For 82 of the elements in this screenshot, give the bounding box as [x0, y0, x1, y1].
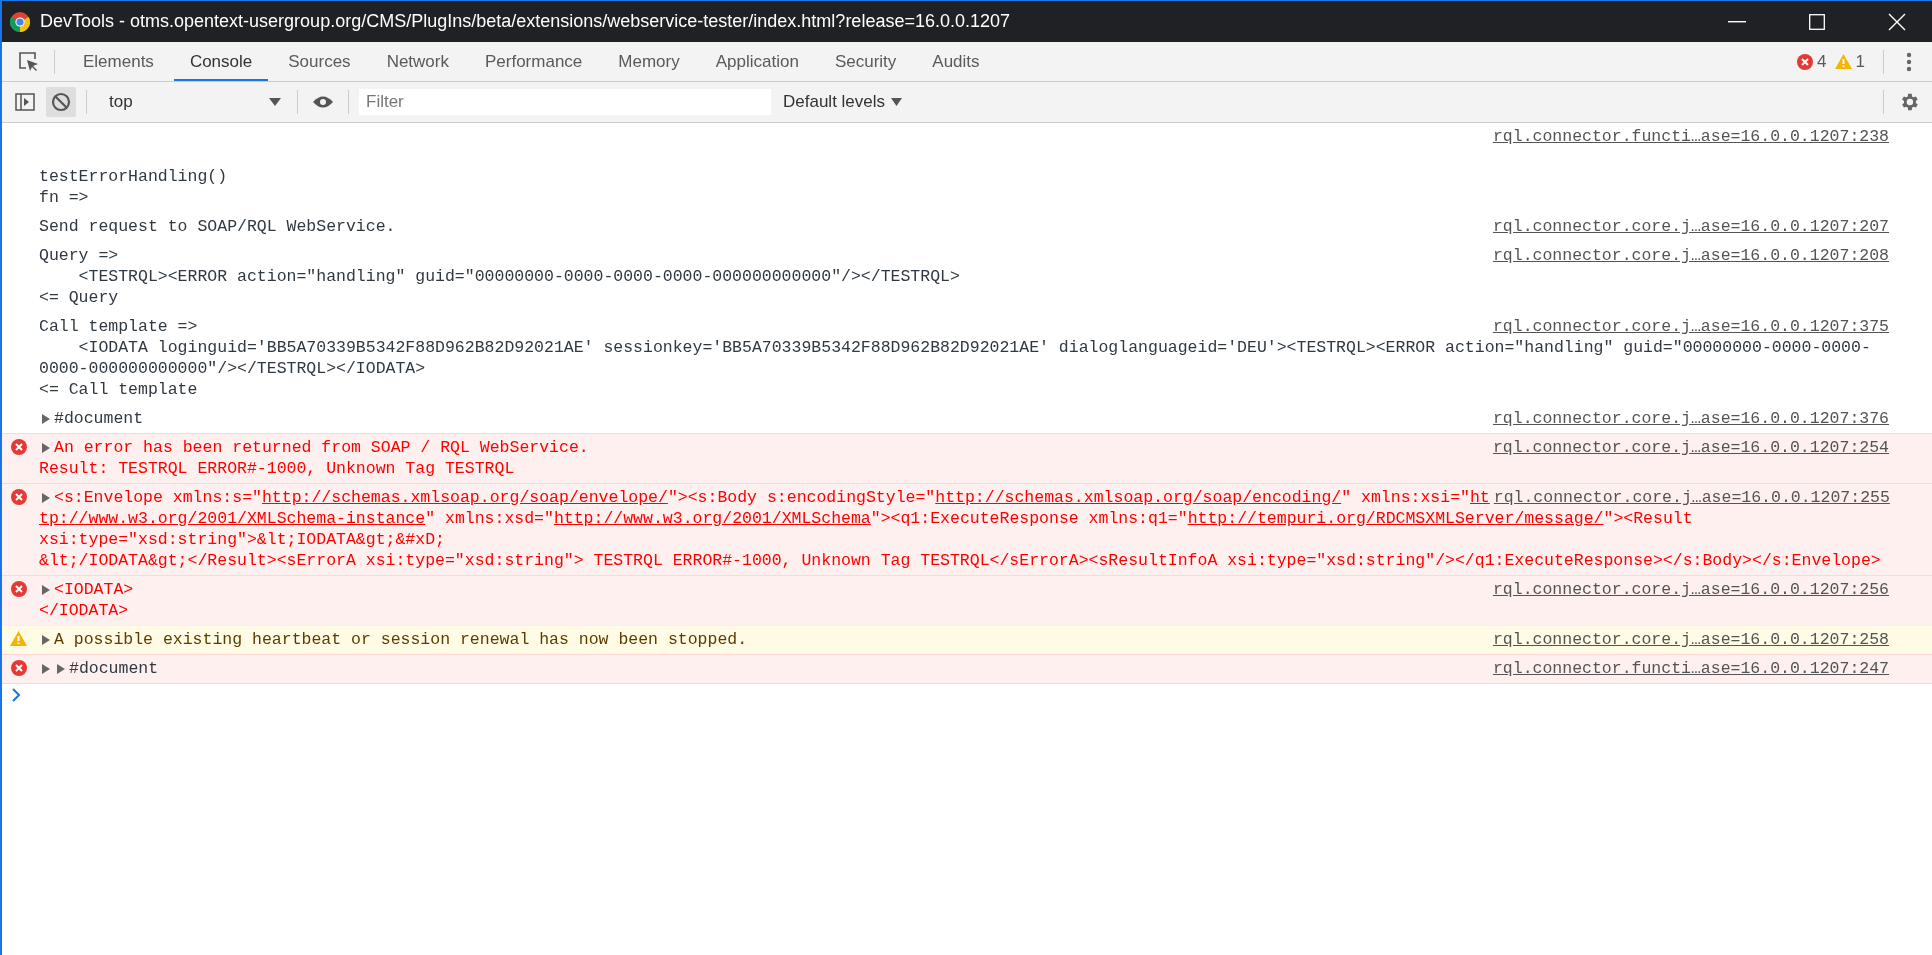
- console-text: "><Result: [1603, 509, 1693, 528]
- maximize-icon: [1809, 13, 1825, 30]
- console-text: <s:Envelope xmlns:s=": [54, 488, 262, 507]
- error-count: 4: [1817, 51, 1827, 72]
- console-line: #document: [54, 408, 144, 429]
- panel-tab[interactable]: Security: [818, 42, 913, 81]
- console-text: "><s:Body s:encodingStyle=": [667, 488, 936, 507]
- url-link[interactable]: tp://www.w3.org/2001/XMLSchema-instance: [39, 509, 426, 528]
- source-link[interactable]: rql.connector.core.j…ase=16.0.0.1207:208: [1488, 245, 1889, 266]
- context-dropdown[interactable]: top: [97, 87, 287, 117]
- console-line: <IODATA loginguid='BB5A70339B5342F88D962B82D92021AE' sessionkey='BB5A70339B5342F88D962B82D92021AE' dialoglanguageid='DEU'><TESTRQL><ERROR action="handling" guid="00000000-0000-0000-: [77, 337, 1871, 358]
- console-text: " xmlns:xsi=": [1341, 488, 1470, 507]
- error-icon: [10, 489, 27, 505]
- source-link[interactable]: rql.connector.functi…ase=16.0.0.1207:247: [1488, 658, 1889, 679]
- panel-tab[interactable]: Memory: [602, 42, 696, 81]
- console-line: <= Call template: [39, 379, 198, 400]
- source-link[interactable]: rql.connector.core.j…ase=16.0.0.1207:376: [1488, 408, 1889, 429]
- source-link[interactable]: rql.connector.core.j…ase=16.0.0.1207:254: [1488, 437, 1889, 458]
- inspect-cursor-icon: [18, 50, 40, 73]
- expand-arrow-icon[interactable]: [41, 635, 50, 645]
- panel-tab[interactable]: Performance: [469, 42, 599, 81]
- panel-tab[interactable]: Network: [370, 42, 465, 81]
- console-line: Call template =>: [39, 316, 198, 337]
- console-line: <= Query: [39, 287, 119, 308]
- warning-icon: [10, 631, 27, 646]
- panel-tab[interactable]: Elements: [67, 42, 170, 81]
- error-icon: [10, 660, 27, 676]
- warning-icon: [1834, 54, 1852, 69]
- eye-drawing-icon: [312, 95, 334, 109]
- prompt-chevron-icon[interactable]: [12, 688, 21, 702]
- source-link[interactable]: rql.connector.functi…ase=16.0.0.1207:238: [1488, 126, 1889, 147]
- expand-arrow-icon[interactable]: [41, 664, 50, 674]
- sidebar-panel-icon: [15, 93, 35, 111]
- console-line: A possible existing heartbeat or session renewal has now been stopped.: [54, 629, 748, 650]
- console-line: 0000-000000000000"/></TESTRQL></IODATA>: [39, 358, 426, 379]
- clear-console-button[interactable]: [46, 87, 76, 117]
- console-line: xsi:type="xsd:string">&lt;IODATA&gt;&#xD;: [39, 529, 445, 550]
- expand-arrow-icon[interactable]: [41, 493, 50, 503]
- log-levels-dropdown[interactable]: Default levels: [777, 88, 909, 116]
- browser-logo-icon: [10, 11, 30, 32]
- kebab-menu-icon: [1906, 51, 1912, 72]
- console-line: &lt;/IODATA&gt;</Result><sErrorA xsi:type="xsd:string"> TESTRQL ERROR#-1000, Unknown Tag TESTRQL</sErrorA><sResultInfoA xsi:type="xsd:string"/></q1:ExecuteResponse></s:Body></s:Envelope>: [39, 550, 1881, 571]
- window-title: DevTools - otms.opentext-usergroup.org/CMS/PlugIns/beta/extensions/webservice-tester/index.html?release=16.0.0.1207: [40, 11, 1011, 32]
- error-icon: [10, 581, 27, 597]
- url-link[interactable]: http://schemas.xmlsoap.org/soap/envelope/: [261, 488, 668, 507]
- console-text: "><q1:ExecuteResponse xmlns:q1=": [870, 509, 1188, 528]
- url-link[interactable]: http://www.w3.org/2001/XMLSchema: [553, 509, 871, 528]
- console-text: " xmlns:xsd=": [425, 509, 554, 528]
- console-line: </IODATA>: [39, 600, 129, 621]
- minimize-icon: [1728, 20, 1746, 23]
- source-link[interactable]: rql.connector.core.j…ase=16.0.0.1207:256: [1488, 579, 1889, 600]
- source-link[interactable]: rql.connector.core.j…ase=16.0.0.1207:207: [1488, 216, 1889, 237]
- close-icon: [1888, 12, 1906, 31]
- error-icon: [1797, 53, 1814, 70]
- source-link[interactable]: rql.connector.core.j…ase=16.0.0.1207:255: [1489, 487, 1890, 508]
- source-link[interactable]: rql.connector.core.j…ase=16.0.0.1207:375: [1488, 316, 1889, 337]
- url-link[interactable]: http://schemas.xmlsoap.org/soap/encoding/: [935, 488, 1342, 507]
- console-line: testErrorHandling(): [39, 166, 228, 187]
- console-line: Result: TESTRQL ERROR#-1000, Unknown Tag TESTRQL: [39, 458, 515, 479]
- source-link[interactable]: rql.connector.core.j…ase=16.0.0.1207:258: [1488, 629, 1889, 650]
- panel-tab[interactable]: Sources: [272, 42, 367, 81]
- url-link[interactable]: http://tempuri.org/RDCMSXMLServer/message/: [1187, 509, 1604, 528]
- console-line: Query =>: [39, 245, 119, 266]
- console-line: <TESTRQL><ERROR action="handling" guid="00000000-0000-0000-0000-000000000000"/></TESTRQL>: [77, 266, 960, 287]
- console-line: <IODATA>: [54, 579, 134, 600]
- console-line: An error has been returned from SOAP / RQL WebService.: [54, 437, 589, 458]
- console-line: fn =>: [39, 187, 89, 208]
- expand-arrow-icon[interactable]: [56, 664, 65, 674]
- expand-arrow-icon[interactable]: [41, 585, 50, 595]
- error-icon: [10, 439, 27, 455]
- expand-arrow-icon[interactable]: [41, 443, 50, 453]
- panel-tab[interactable]: Application: [699, 42, 815, 81]
- panel-tab[interactable]: Audits: [916, 42, 996, 81]
- url-link[interactable]: ht: [1469, 488, 1490, 507]
- warning-count: 1: [1855, 51, 1865, 72]
- expand-arrow-icon[interactable]: [41, 414, 50, 424]
- console-line: #document: [69, 658, 159, 679]
- console-line: Send request to SOAP/RQL WebService.: [39, 216, 396, 237]
- filter-field[interactable]: Filter: [359, 89, 771, 115]
- block-icon: [51, 92, 71, 112]
- caret-icon: [891, 98, 903, 106]
- caret-icon: [269, 98, 281, 106]
